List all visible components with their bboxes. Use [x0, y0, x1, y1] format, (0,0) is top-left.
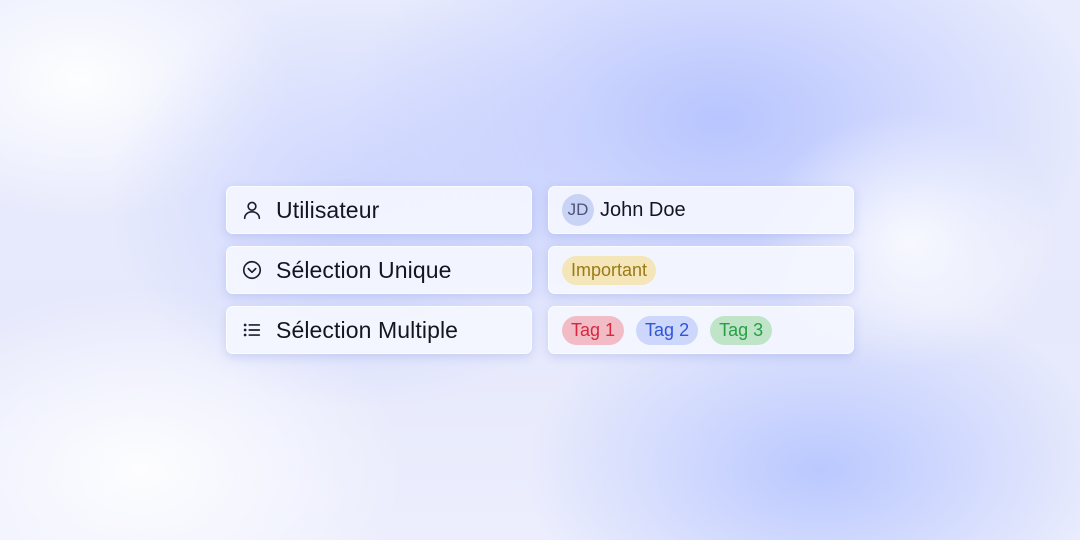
list-icon — [240, 318, 264, 342]
tag-pill-1[interactable]: Tag 1 — [562, 315, 625, 345]
tag-pill-3[interactable]: Tag 3 — [710, 315, 773, 345]
user-name: John Doe — [600, 198, 686, 221]
multi-select-value-cell[interactable]: Tag 1 Tag 2 Tag 3 — [548, 306, 854, 354]
chevron-circle-down-icon — [240, 258, 264, 282]
field-row-multi-select: Sélection Multiple Tag 1 Tag 2 Tag 3 — [226, 306, 854, 354]
tag-pill-2[interactable]: Tag 2 — [636, 315, 699, 345]
user-value-cell[interactable]: JD John Doe — [548, 186, 854, 234]
field-label-text: Sélection Multiple — [276, 316, 459, 343]
field-types-grid: Utilisateur JD John Doe Sélection Unique… — [226, 186, 854, 366]
field-label-text: Sélection Unique — [276, 256, 452, 283]
field-label-single-select[interactable]: Sélection Unique — [226, 246, 532, 294]
single-select-value-cell[interactable]: Important — [548, 246, 854, 294]
avatar: JD — [562, 194, 594, 226]
field-row-single-select: Sélection Unique Important — [226, 246, 854, 294]
option-pill-important[interactable]: Important — [562, 255, 657, 285]
user-icon — [240, 198, 264, 222]
field-label-text: Utilisateur — [276, 196, 380, 223]
field-label-multi-select[interactable]: Sélection Multiple — [226, 306, 532, 354]
field-row-user: Utilisateur JD John Doe — [226, 186, 854, 234]
field-label-user[interactable]: Utilisateur — [226, 186, 532, 234]
